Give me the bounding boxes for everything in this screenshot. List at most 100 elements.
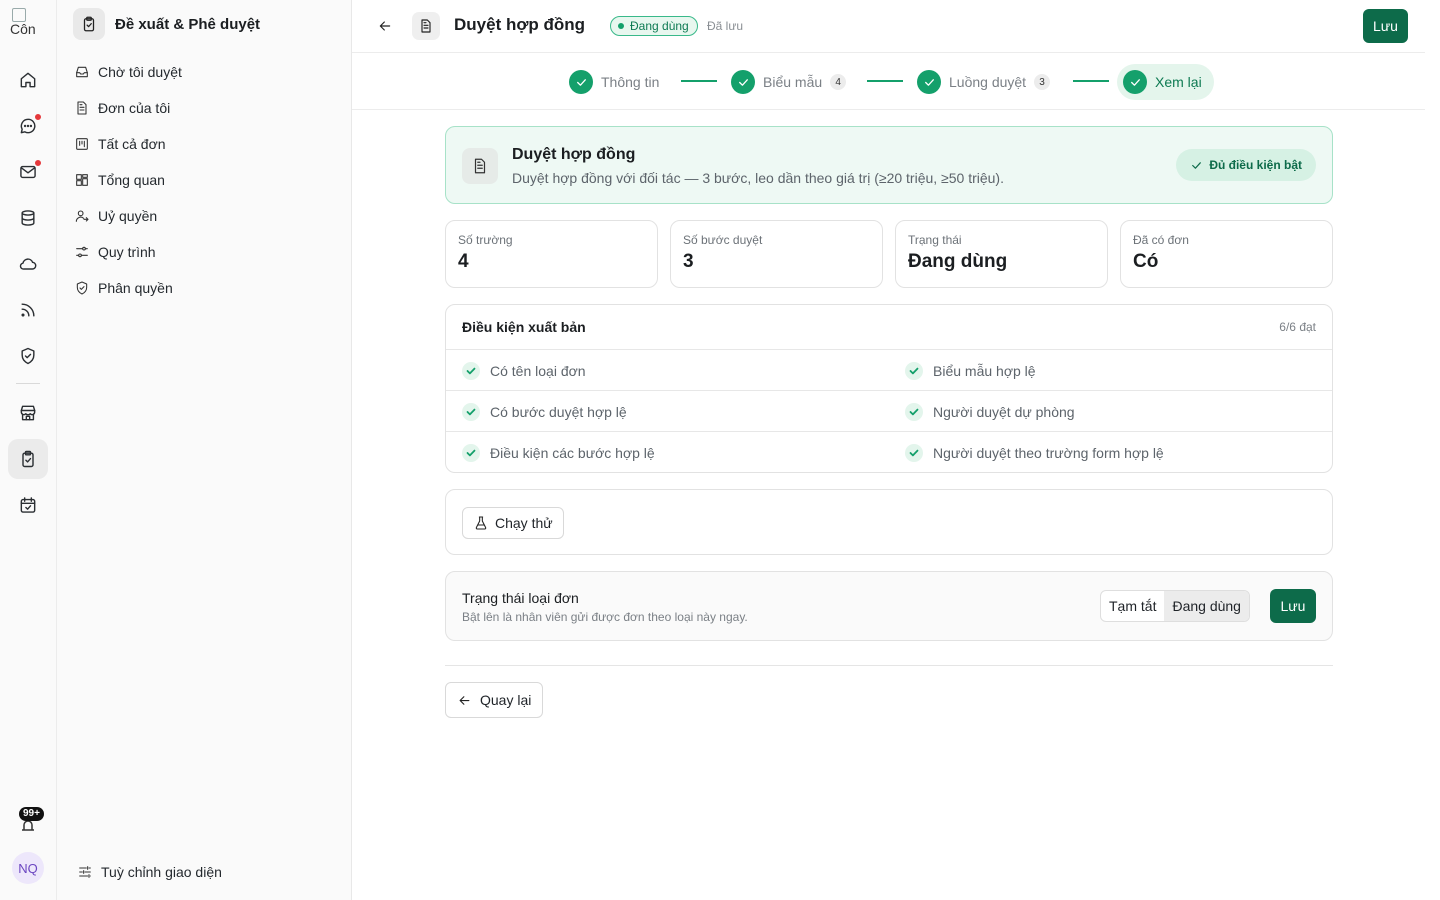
step-label: Luồng duyệt: [949, 74, 1027, 90]
rail-security[interactable]: [8, 336, 48, 376]
test-run-button[interactable]: Chạy thử: [462, 507, 564, 539]
stat-label: Trạng thái: [908, 233, 962, 247]
stat-value: 4: [458, 251, 469, 272]
stepper: Thông tin Biểu mẫu 4 Luồng duyệt 3 Xem l…: [352, 53, 1425, 110]
step-count-badge: 4: [830, 74, 847, 90]
rail-cloud[interactable]: [8, 244, 48, 284]
broken-image-icon: [12, 8, 26, 22]
checklist-row: Điều kiện các bước hợp lệ Người duyệt th…: [446, 432, 1332, 472]
shield-icon: [21, 347, 35, 365]
back-button[interactable]: [374, 15, 396, 37]
sidebar-item-all-requests[interactable]: Tất cả đơn: [69, 126, 339, 162]
rail-database[interactable]: [8, 198, 48, 238]
notification-count[interactable]: 99+: [19, 807, 44, 821]
state-option-active[interactable]: Đang dùng: [1164, 591, 1249, 621]
stat-value: Có: [1133, 251, 1159, 272]
checklist-item: Người duyệt theo trường form hợp lệ: [905, 432, 1164, 472]
user-delegate-icon: [75, 210, 89, 222]
checklist-title: Điều kiện xuất bản: [462, 319, 586, 335]
save-button[interactable]: Lưu: [1363, 9, 1408, 43]
step-done-indicator: [1123, 70, 1147, 94]
summary-icon: [462, 148, 498, 184]
status-badge: Đang dùng: [610, 16, 698, 36]
sidebar-item-permissions[interactable]: Phân quyền: [69, 270, 339, 306]
test-run-card: Chạy thử: [445, 489, 1333, 555]
step-review[interactable]: Xem lại: [1117, 64, 1214, 100]
state-title: Trạng thái loại đơn: [462, 590, 579, 606]
state-toggle: Tạm tắt Đang dùng: [1100, 590, 1250, 622]
customize-ui-button[interactable]: Tuỳ chỉnh giao diện: [77, 864, 222, 880]
stat-value: 3: [683, 251, 694, 272]
dashboard-icon: [76, 174, 88, 186]
clipboard-check-icon: [83, 16, 95, 32]
calendar-check-icon: [20, 497, 36, 513]
home-icon: [20, 72, 36, 88]
status-text: Đang dùng: [630, 19, 689, 33]
request-type-state-card: Trạng thái loại đơn Bật lên là nhân viên…: [445, 571, 1333, 641]
module-icon: [73, 8, 105, 40]
summary-description: Duyệt hợp đồng với đối tác — 3 bước, leo…: [512, 170, 1004, 186]
stat-label: Số trường: [458, 233, 513, 247]
rail-store[interactable]: [8, 393, 48, 433]
rail-home[interactable]: [8, 60, 48, 100]
checklist-item: Điều kiện các bước hợp lệ: [462, 432, 655, 472]
module-sidebar: Đề xuất & Phê duyệt Chờ tôi duyệt Đơn củ…: [57, 0, 352, 900]
sliders-icon: [79, 866, 91, 878]
step-label: Xem lại: [1155, 74, 1202, 90]
check-circle-icon: [905, 443, 923, 462]
stat-label: Số bước duyệt: [683, 233, 763, 247]
sidebar-item-label: Phân quyền: [98, 280, 173, 296]
checklist-item: Người duyệt dự phòng: [905, 391, 1075, 432]
sidebar-item-my-requests[interactable]: Đơn của tôi: [69, 90, 339, 126]
sidebar-item-pending[interactable]: Chờ tôi duyệt: [69, 54, 339, 90]
summary-title: Duyệt hợp đồng: [512, 146, 636, 163]
step-label: Thông tin: [601, 74, 660, 90]
sidebar-item-overview[interactable]: Tổng quan: [69, 162, 339, 198]
sidebar-item-label: Tất cả đơn: [98, 136, 166, 152]
clipboard-check-icon: [22, 450, 34, 468]
checklist-row: Có tên loại đơn Biểu mẫu hợp lệ: [446, 350, 1332, 391]
stat-card: Số trường 4: [445, 220, 658, 288]
file-text-icon: [474, 158, 486, 174]
go-back-button[interactable]: Quay lại: [445, 682, 544, 718]
sidebar-item-label: Đơn của tôi: [98, 100, 171, 116]
summary-card: Duyệt hợp đồng Duyệt hợp đồng với đối tá…: [445, 126, 1333, 204]
publish-checklist: Điều kiện xuất bản 6/6 đạt Có tên loại đ…: [445, 304, 1333, 473]
step-workflow[interactable]: Luồng duyệt 3: [917, 64, 1051, 100]
step-done-indicator: [917, 70, 941, 94]
step-info[interactable]: Thông tin: [569, 64, 659, 100]
rail-approvals[interactable]: [8, 439, 48, 479]
app-rail: Côn 99+ NQ: [0, 0, 57, 900]
sidebar-item-delegation[interactable]: Uỷ quyền: [69, 198, 339, 234]
step-connector: [1073, 80, 1109, 82]
checklist-item-label: Người duyệt dự phòng: [933, 403, 1075, 420]
arrow-left-icon: [459, 695, 470, 705]
step-form[interactable]: Biểu mẫu 4: [731, 64, 847, 100]
status-dot: [618, 23, 624, 29]
rail-calendar[interactable]: [8, 485, 48, 525]
checklist-header: Điều kiện xuất bản 6/6 đạt: [446, 305, 1332, 350]
checklist-item: Biểu mẫu hợp lệ: [905, 350, 1036, 391]
check-circle-icon: [905, 361, 923, 380]
step-count-badge: 3: [1034, 74, 1051, 90]
page-title: Duyệt hợp đồng: [454, 15, 586, 34]
rail-divider: [16, 383, 40, 384]
rail-feed[interactable]: [8, 290, 48, 330]
state-option-disabled[interactable]: Tạm tắt: [1101, 591, 1164, 621]
rail-chat[interactable]: [8, 106, 48, 146]
company-logo[interactable]: Côn: [10, 8, 46, 42]
rail-mail[interactable]: [8, 152, 48, 192]
stat-card: Số bước duyệt 3: [670, 220, 883, 288]
avatar[interactable]: NQ: [12, 852, 44, 884]
database-icon: [21, 210, 35, 226]
stats-row: Số trường 4 Số bước duyệt 3 Trạng thái Đ…: [445, 220, 1333, 288]
test-run-label: Chạy thử: [495, 515, 553, 531]
saved-indicator: Đã lưu: [707, 19, 744, 33]
cloud-icon: [19, 258, 37, 270]
save-state-button[interactable]: Lưu: [1270, 589, 1316, 623]
document-type-chip: [412, 12, 440, 40]
sidebar-item-workflow[interactable]: Quy trình: [69, 234, 339, 270]
unread-dot: [34, 113, 42, 121]
check-icon: [1130, 78, 1140, 86]
sidebar-nav: Chờ tôi duyệt Đơn của tôi Tất cả đơn Tổn…: [69, 54, 339, 306]
